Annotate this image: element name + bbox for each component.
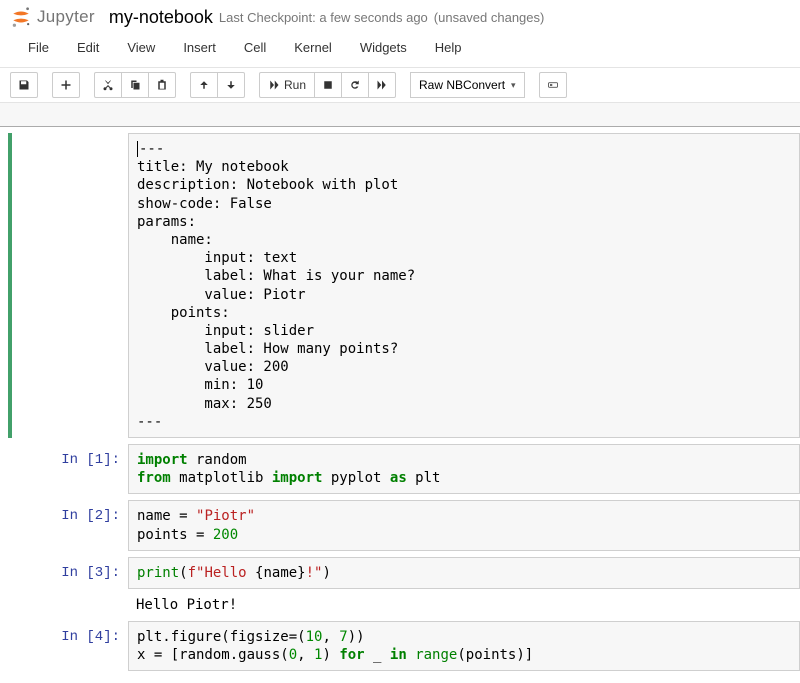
paste-button[interactable]: [148, 72, 176, 98]
cell-code-4[interactable]: In [4]: plt.figure(figsize=(10, 7)) x = …: [12, 621, 800, 671]
menu-edit[interactable]: Edit: [63, 36, 113, 59]
menu-cell[interactable]: Cell: [230, 36, 280, 59]
code-input-2[interactable]: name = "Piotr" points = 200: [128, 500, 800, 550]
add-cell-button[interactable]: [52, 72, 80, 98]
prompt-in-2: In [2]:: [12, 500, 128, 550]
prompt-in-3: In [3]:: [12, 557, 128, 589]
checkpoint-text: Last Checkpoint: a few seconds ago: [219, 10, 428, 25]
command-palette-button[interactable]: [539, 72, 567, 98]
notebook-spacer: [0, 103, 800, 127]
menu-kernel[interactable]: Kernel: [280, 36, 346, 59]
run-label: Run: [284, 78, 306, 92]
unsaved-text: (unsaved changes): [434, 10, 545, 25]
move-down-button[interactable]: [217, 72, 245, 98]
toolbar: Run Raw NBConvert: [0, 68, 800, 103]
menubar: File Edit View Insert Cell Kernel Widget…: [0, 32, 800, 68]
header: Jupyter my-notebook Last Checkpoint: a f…: [0, 0, 800, 32]
run-button[interactable]: Run: [259, 72, 315, 98]
menu-widgets[interactable]: Widgets: [346, 36, 421, 59]
code-input-1[interactable]: import random from matplotlib import pyp…: [128, 444, 800, 494]
cell-code-2[interactable]: In [2]: name = "Piotr" points = 200: [12, 500, 800, 550]
notebook-name[interactable]: my-notebook: [109, 7, 213, 28]
notebook-area: --- title: My notebook description: Note…: [0, 133, 800, 683]
copy-button[interactable]: [121, 72, 149, 98]
cell-code-3[interactable]: In [3]: print(f"Hello {name}!"): [12, 557, 800, 589]
prompt-in-1: In [1]:: [12, 444, 128, 494]
restart-button[interactable]: [341, 72, 369, 98]
interrupt-button[interactable]: [314, 72, 342, 98]
output-3: Hello Piotr!: [128, 589, 800, 615]
logo-text: Jupyter: [37, 7, 95, 27]
restart-run-all-button[interactable]: [368, 72, 396, 98]
menu-file[interactable]: File: [14, 36, 63, 59]
jupyter-icon: [10, 6, 32, 28]
jupyter-logo[interactable]: Jupyter: [10, 6, 95, 28]
code-input-3[interactable]: print(f"Hello {name}!"): [128, 557, 800, 589]
move-up-button[interactable]: [190, 72, 218, 98]
prompt-empty: [12, 133, 128, 438]
code-input-4[interactable]: plt.figure(figsize=(10, 7)) x = [random.…: [128, 621, 800, 671]
prompt-in-4: In [4]:: [12, 621, 128, 671]
save-button[interactable]: [10, 72, 38, 98]
raw-cell-input[interactable]: --- title: My notebook description: Note…: [128, 133, 800, 438]
cell-raw-0[interactable]: --- title: My notebook description: Note…: [8, 133, 800, 438]
output-row-3: Hello Piotr!: [12, 589, 800, 615]
celltype-select[interactable]: Raw NBConvert: [410, 72, 525, 98]
menu-view[interactable]: View: [113, 36, 169, 59]
menu-insert[interactable]: Insert: [169, 36, 230, 59]
prompt-out-3: [12, 589, 128, 615]
cell-code-1[interactable]: In [1]: import random from matplotlib im…: [12, 444, 800, 494]
cut-button[interactable]: [94, 72, 122, 98]
menu-help[interactable]: Help: [421, 36, 476, 59]
